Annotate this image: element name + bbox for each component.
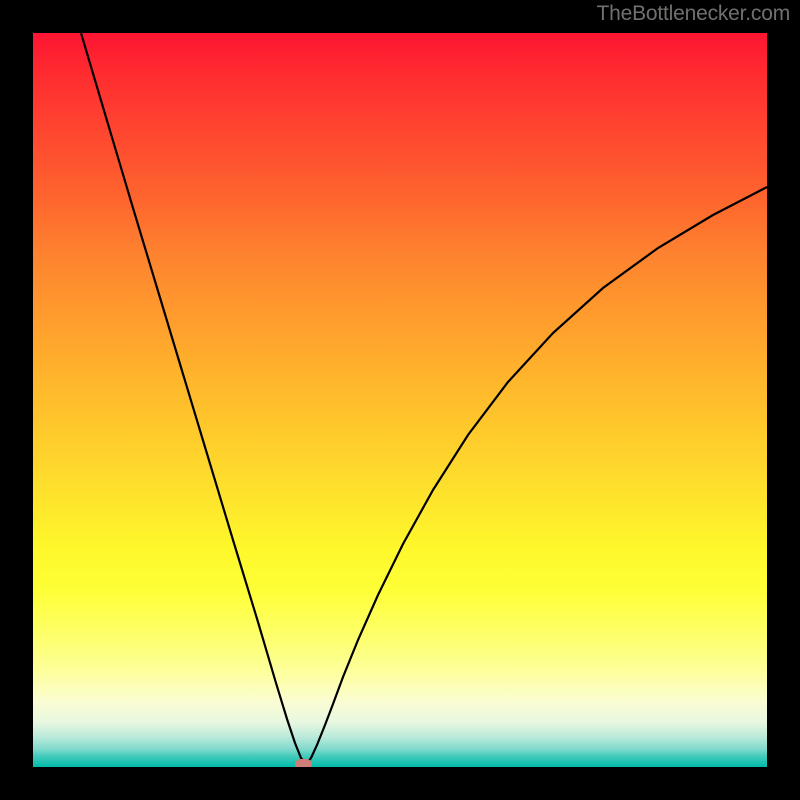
watermark-text: TheBottlenecker.com bbox=[597, 2, 790, 26]
curve-svg bbox=[33, 33, 767, 767]
optimum-marker bbox=[295, 759, 312, 768]
bottleneck-curve bbox=[81, 33, 767, 764]
plot-area bbox=[33, 33, 767, 767]
chart-frame: TheBottlenecker.com bbox=[0, 0, 800, 800]
